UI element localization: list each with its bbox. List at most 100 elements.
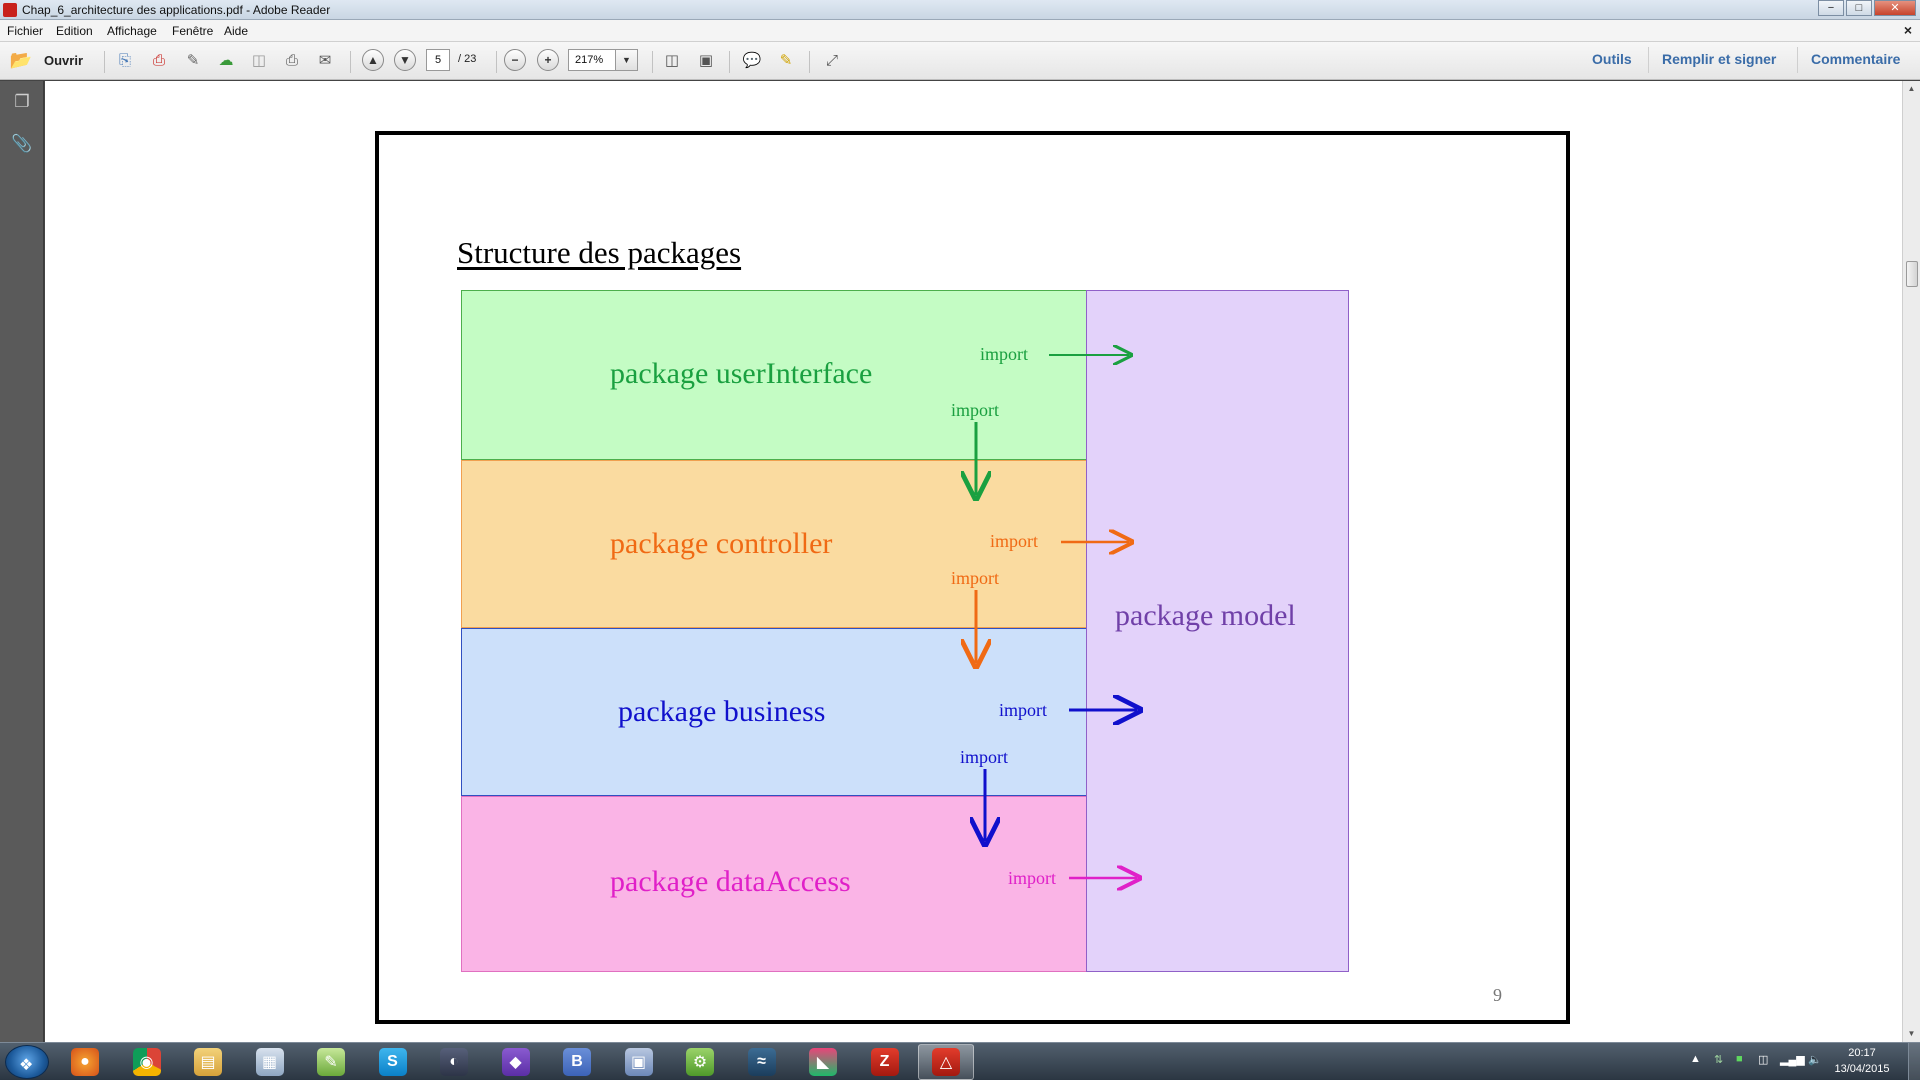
combine-files-icon[interactable]: ⎙ [148,50,170,70]
taskbar-skype-button[interactable]: S [365,1044,421,1080]
package-dataaccess-label: package dataAccess [610,865,851,898]
tools-link[interactable]: Outils [1592,51,1632,67]
tray-expand-icon[interactable]: ▲ [1690,1053,1701,1065]
close-document-icon[interactable]: × [1904,22,1912,38]
package-userinterface-label: package userInterface [610,357,873,390]
taskbar-jetbrains-button[interactable]: ◣ [795,1044,851,1080]
vertical-scrollbar[interactable]: ▲ ▼ [1902,81,1920,1042]
import-label-business-dataaccess: import [960,747,1008,767]
bootstrap-icon: B [563,1048,591,1076]
package-business-box: package business [461,628,1087,796]
visual-studio-icon: ◆ [501,1048,530,1076]
taskbar-filezilla-button[interactable]: Z [857,1044,913,1080]
taskbar-firefox-button[interactable]: ● [57,1044,113,1080]
taskbar-eclipse-button[interactable]: ◐ [426,1044,482,1080]
upload-cloud-icon[interactable]: ☁ [215,50,237,70]
toolbar-separator [1797,47,1798,73]
adobe-reader-icon [3,3,17,17]
package-dataaccess-box: package dataAccess [461,796,1087,972]
start-button[interactable]: ❖ [5,1045,49,1079]
firefox-icon: ● [71,1048,99,1076]
scroll-down-icon[interactable]: ▼ [1903,1026,1920,1042]
page-number-input[interactable]: 5 [426,49,450,71]
jetbrains-icon: ◣ [809,1048,837,1076]
taskbar-adobe-reader-button[interactable]: △ [918,1044,974,1080]
mysql-workbench-icon: ≈ [747,1048,776,1076]
import-label-controller-model: import [990,531,1038,551]
taskbar-android-studio-button[interactable]: ⚙ [672,1044,728,1080]
taskbar-notepad-plus-button[interactable]: ✎ [303,1044,359,1080]
adobe-reader-icon: △ [932,1048,960,1076]
menu-aide[interactable]: Aide [224,24,248,38]
import-label-dataaccess-model: import [1008,868,1056,888]
minimize-button[interactable]: − [1818,0,1844,16]
zoom-dropdown-chevron-icon[interactable]: ▼ [616,49,638,71]
taskbar-chrome-button[interactable]: ◉ [119,1044,175,1080]
comment-link[interactable]: Commentaire [1811,51,1900,67]
create-pdf-icon[interactable]: ⎘ [114,50,136,70]
menu-fichier[interactable]: Fichier [7,24,43,38]
taskbar-file-explorer-button[interactable]: ▤ [180,1044,236,1080]
previous-page-button[interactable]: ▲ [362,49,384,71]
tray-removable-device-icon[interactable]: ◫ [1758,1053,1768,1066]
comment-icon[interactable]: 💬 [741,50,763,70]
save-icon[interactable]: ◫ [248,50,270,70]
navigation-pane: ❐ 📎 [0,81,44,1042]
fit-width-icon[interactable]: ▣ [695,50,717,70]
zoom-input[interactable]: 217% [568,49,616,71]
package-business-label: package business [618,695,826,728]
menu-edition[interactable]: Edition [56,24,93,38]
import-label-controller-business: import [951,568,999,588]
import-label-ui-controller: import [951,400,999,420]
import-label-ui-model: import [980,344,1028,364]
toolbar-separator [104,51,105,73]
fit-page-icon[interactable]: ◫ [661,50,683,70]
tray-wifi-icon[interactable]: ▂▄▆ [1780,1053,1805,1066]
attachments-icon[interactable]: 📎 [11,133,33,155]
email-icon[interactable]: ✉ [314,50,336,70]
show-desktop-button[interactable] [1908,1043,1920,1080]
edit-pdf-icon[interactable]: ✎ [182,50,204,70]
file-explorer-icon: ▤ [194,1048,222,1076]
print-icon[interactable]: ⎙ [281,50,303,70]
menu-fenetre[interactable]: Fenêtre [172,24,213,38]
virtualbox-icon: ▣ [624,1048,653,1076]
title-bar: Chap_6_architecture des applications.pdf… [0,0,1920,20]
notepad-plus-icon: ✎ [317,1048,345,1076]
taskbar-clock[interactable]: 20:17 13/04/2015 [1832,1045,1892,1077]
taskbar-visual-studio-button[interactable]: ◆ [488,1044,544,1080]
maximize-button[interactable]: □ [1846,0,1872,16]
taskbar-virtualbox-button[interactable]: ▣ [611,1044,667,1080]
eclipse-icon: ◐ [440,1048,468,1076]
tray-volume-icon[interactable]: 🔈 [1808,1053,1822,1066]
menu-affichage[interactable]: Affichage [107,24,157,38]
toolbar-separator [652,51,653,73]
next-page-button[interactable]: ▼ [394,49,416,71]
document-viewport[interactable]: Structure des packages package userInter… [45,81,1902,1042]
open-folder-icon[interactable]: 📂 [10,50,32,70]
import-label-business-model: import [999,700,1047,720]
full-screen-icon[interactable]: ⤢ [821,50,843,70]
scroll-up-icon[interactable]: ▲ [1903,81,1920,97]
highlight-icon[interactable]: ✎ [775,50,797,70]
window-title: Chap_6_architecture des applications.pdf… [22,3,331,17]
adobe-reader-window: Chap_6_architecture des applications.pdf… [0,0,1920,1080]
scroll-thumb[interactable] [1906,261,1918,287]
toolbar-separator [809,51,810,73]
taskbar-mysql-workbench-button[interactable]: ≈ [734,1044,790,1080]
menu-bar: Fichier Edition Affichage Fenêtre Aide × [0,20,1920,42]
zoom-in-button[interactable]: + [537,49,559,71]
close-button[interactable]: ✕ [1874,0,1916,16]
tray-network-sync-icon[interactable]: ⇅ [1714,1053,1723,1066]
tray-green-app-icon[interactable]: ■ [1736,1053,1743,1065]
page-thumbnails-icon[interactable]: ❐ [11,91,33,113]
fill-and-sign-link[interactable]: Remplir et signer [1662,51,1776,67]
taskbar-bootstrap-button[interactable]: B [549,1044,605,1080]
clock-time: 20:17 [1848,1047,1876,1059]
chrome-icon: ◉ [132,1048,161,1076]
page-total: / 23 [458,53,477,65]
package-model-box: package model [1086,290,1349,972]
zoom-out-button[interactable]: − [504,49,526,71]
taskbar-calculator-button[interactable]: ▦ [242,1044,298,1080]
open-button[interactable]: Ouvrir [44,53,83,68]
